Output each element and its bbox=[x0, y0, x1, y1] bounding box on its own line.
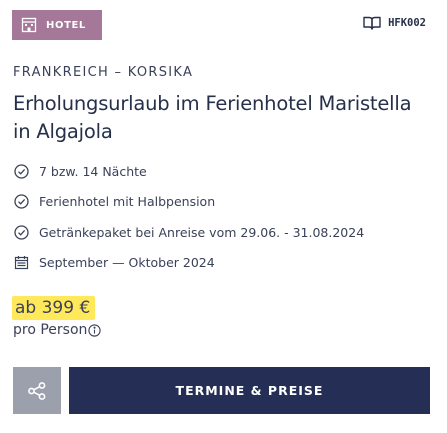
hotel-icon bbox=[21, 17, 37, 33]
feature-item: Ferienhotel mit Halbpension bbox=[14, 187, 434, 218]
share-icon bbox=[27, 381, 47, 401]
per-person-label: pro Person bbox=[13, 322, 88, 338]
feature-item: 7 bzw. 14 Nächte bbox=[14, 156, 434, 187]
offer-code-text: HFK002 bbox=[388, 17, 426, 29]
price-text: ab 399 € bbox=[12, 296, 96, 320]
feature-text: 7 bzw. 14 Nächte bbox=[39, 163, 147, 179]
feature-text: Ferienhotel mit Halbpension bbox=[39, 194, 216, 210]
info-icon[interactable] bbox=[88, 323, 102, 337]
badge-label: HOTEL bbox=[46, 19, 86, 31]
share-button[interactable] bbox=[13, 367, 61, 414]
feature-text: Getränkepaket bei Anreise vom 29.06. - 3… bbox=[39, 224, 365, 240]
feature-text: September — Oktober 2024 bbox=[39, 255, 215, 271]
offer-title[interactable]: Erholungsurlaub im Ferienhotel Maristell… bbox=[13, 90, 433, 146]
dates-prices-button[interactable]: TERMINE & PREISE bbox=[69, 367, 430, 414]
book-icon bbox=[363, 15, 381, 31]
region-label: FRANKREICH – KORSIKA bbox=[13, 65, 194, 80]
feature-item: Getränkepaket bei Anreise vom 29.06. - 3… bbox=[14, 217, 434, 248]
check-circle-icon bbox=[14, 194, 29, 209]
per-person-row: pro Person bbox=[13, 322, 102, 338]
hotel-badge: HOTEL bbox=[12, 10, 102, 40]
calendar-icon bbox=[14, 255, 29, 270]
check-circle-icon bbox=[14, 164, 29, 179]
feature-item: September — Oktober 2024 bbox=[14, 248, 434, 279]
offer-code: HFK002 bbox=[363, 15, 426, 31]
feature-list: 7 bzw. 14 Nächte Ferienhotel mit Halbpen… bbox=[14, 156, 434, 278]
check-circle-icon bbox=[14, 225, 29, 240]
